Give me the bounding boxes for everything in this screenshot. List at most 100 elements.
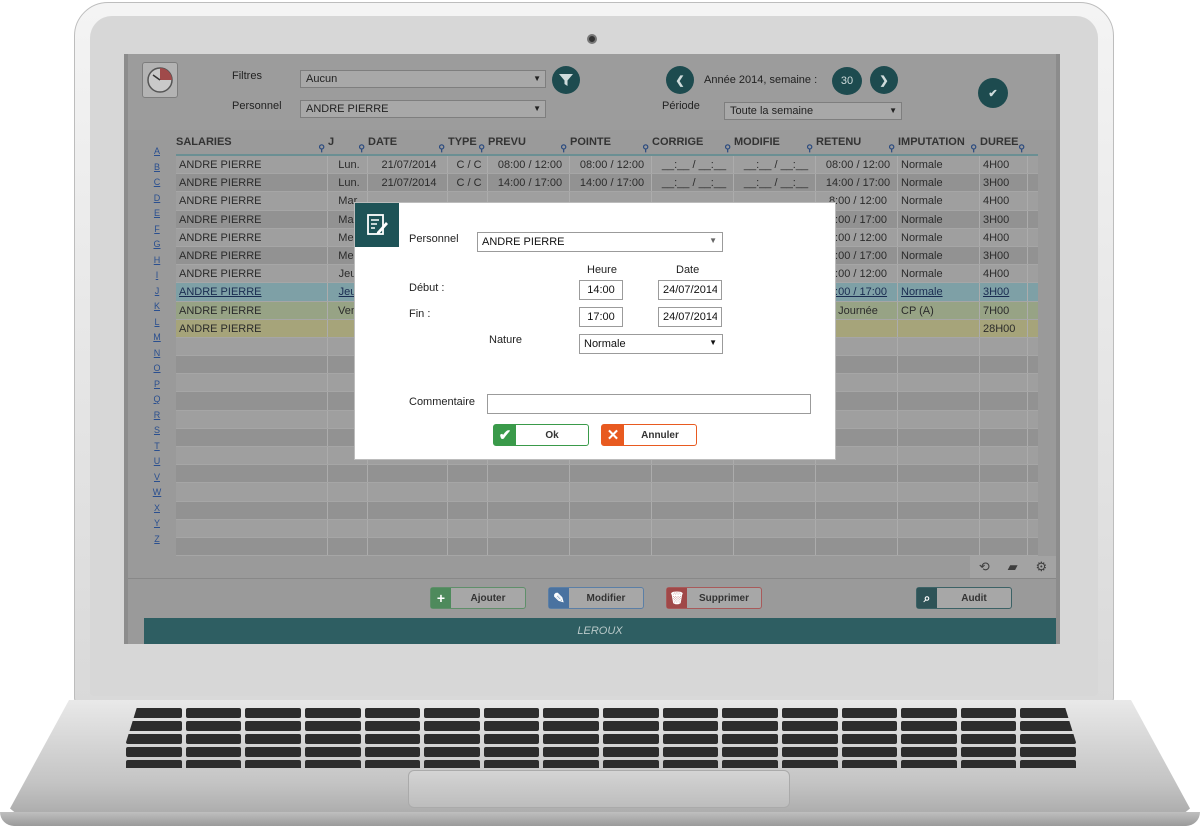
- column-header-date[interactable]: DATE: [368, 132, 448, 154]
- keyboard-key: [304, 708, 361, 718]
- gear-icon[interactable]: ⚙: [1035, 559, 1047, 575]
- keyboard-key: [603, 734, 659, 744]
- alphabet-letter-f[interactable]: F: [150, 224, 164, 240]
- modifier-button[interactable]: ✎ Modifier: [548, 587, 644, 609]
- empty-cell: [570, 465, 652, 483]
- alphabet-letter-q[interactable]: Q: [150, 394, 164, 410]
- nature-select[interactable]: Normale ▼: [579, 334, 723, 354]
- empty-cell: [898, 337, 980, 356]
- cell-imputation: CP (A): [898, 301, 980, 319]
- keyboard-key: [185, 721, 242, 731]
- alphabet-letter-g[interactable]: G: [150, 239, 164, 255]
- validate-button[interactable]: ✔: [978, 78, 1008, 108]
- table-row[interactable]: ANDRE PIERRE Lun. 21/07/2014 C / C 08:00 / 1…: [176, 156, 1038, 175]
- column-header-j[interactable]: J: [328, 132, 368, 154]
- previous-week-button[interactable]: ❮: [666, 66, 694, 94]
- cell-retenu: 08:00 / 12:00: [816, 156, 898, 174]
- empty-cell: [176, 537, 328, 556]
- personnel-select[interactable]: ANDRE PIERRE ▼: [300, 100, 546, 118]
- alphabet-letter-z[interactable]: Z: [150, 534, 164, 550]
- dialog-personnel-value: ANDRE PIERRE: [482, 236, 565, 248]
- action-bar: + Ajouter ✎ Modifier 🗑 Supprimer ⌕ Audit: [128, 578, 1056, 618]
- column-header-pointe[interactable]: POINTE: [570, 132, 652, 154]
- folder-settings-icon[interactable]: ▰: [1008, 559, 1018, 575]
- alphabet-letter-o[interactable]: O: [150, 363, 164, 379]
- ok-button[interactable]: ✔ Ok: [493, 424, 589, 446]
- empty-cell: [570, 537, 652, 556]
- alphabet-letter-v[interactable]: V: [150, 472, 164, 488]
- column-header-prevu[interactable]: PREVU: [488, 132, 570, 154]
- alphabet-letter-p[interactable]: P: [150, 379, 164, 395]
- alphabet-letter-d[interactable]: D: [150, 193, 164, 209]
- empty-cell: [488, 537, 570, 556]
- fin-date-input[interactable]: [658, 307, 722, 327]
- debut-heure-input[interactable]: [579, 280, 623, 300]
- cell-salarie: ANDRE PIERRE: [176, 156, 328, 174]
- alphabet-letter-s[interactable]: S: [150, 425, 164, 441]
- alphabet-letter-x[interactable]: X: [150, 503, 164, 519]
- cell-duree: 4H00: [980, 192, 1028, 210]
- fin-heure-input[interactable]: [579, 307, 623, 327]
- empty-cell: [898, 447, 980, 465]
- column-header-salaries[interactable]: SALARIES: [176, 132, 328, 154]
- laptop-base-edge: [0, 812, 1200, 826]
- empty-cell: [980, 410, 1028, 428]
- alphabet-letter-j[interactable]: J: [150, 286, 164, 302]
- cell-duree: 3H00: [980, 210, 1028, 228]
- cell-date: 21/07/2014: [368, 156, 448, 174]
- clock-chart-icon[interactable]: [142, 62, 178, 98]
- chevron-right-icon: ❯: [879, 74, 889, 87]
- empty-cell: [176, 501, 328, 519]
- alphabet-letter-t[interactable]: T: [150, 441, 164, 457]
- alphabet-letter-a[interactable]: A: [150, 146, 164, 162]
- periode-value: Toute la semaine: [730, 105, 814, 117]
- empty-cell: [176, 519, 328, 537]
- debut-date-input[interactable]: [658, 280, 722, 300]
- keyboard-key: [901, 734, 957, 744]
- keyboard-key: [960, 708, 1017, 718]
- dialog-personnel-select[interactable]: ANDRE PIERRE ▼: [477, 232, 723, 252]
- refresh-icon[interactable]: ⟲: [979, 559, 990, 575]
- column-header-modifie[interactable]: MODIFIE: [734, 132, 816, 154]
- column-header-type[interactable]: TYPE: [448, 132, 488, 154]
- filtres-select[interactable]: Aucun ▼: [300, 70, 546, 88]
- alphabet-letter-w[interactable]: W: [150, 487, 164, 503]
- cell-prevu: 14:00 / 17:00: [488, 174, 570, 192]
- column-header-corrige[interactable]: CORRIGE: [652, 132, 734, 154]
- column-header-duree[interactable]: DUREE: [980, 132, 1028, 154]
- alphabet-letter-h[interactable]: H: [150, 255, 164, 271]
- annuler-button[interactable]: ✕ Annuler: [601, 424, 697, 446]
- alphabet-letter-m[interactable]: M: [150, 332, 164, 348]
- table-row[interactable]: ANDRE PIERRE Lun. 21/07/2014 C / C 14:00 / 1…: [176, 174, 1038, 193]
- alphabet-letter-c[interactable]: C: [150, 177, 164, 193]
- nature-label: Nature: [489, 334, 523, 346]
- checkmark-icon: ✔: [988, 87, 998, 100]
- column-header-imputation[interactable]: IMPUTATION: [898, 132, 980, 154]
- alphabet-letter-l[interactable]: L: [150, 317, 164, 333]
- alphabet-letter-y[interactable]: Y: [150, 518, 164, 534]
- ajouter-button[interactable]: + Ajouter: [430, 587, 526, 609]
- audit-button[interactable]: ⌕ Audit: [916, 587, 1012, 609]
- keyboard-key: [1020, 734, 1076, 744]
- commentaire-input[interactable]: [487, 394, 811, 414]
- alphabet-letter-k[interactable]: K: [150, 301, 164, 317]
- alphabet-letter-n[interactable]: N: [150, 348, 164, 364]
- audit-label: Audit: [961, 592, 987, 604]
- cell-pointe: 14:00 / 17:00: [570, 174, 652, 192]
- cell-j: Lun.: [328, 156, 368, 174]
- alphabet-letter-r[interactable]: R: [150, 410, 164, 426]
- alphabet-letter-u[interactable]: U: [150, 456, 164, 472]
- empty-row: [176, 519, 1038, 538]
- keyboard-key: [424, 721, 480, 731]
- alphabet-letter-b[interactable]: B: [150, 162, 164, 178]
- periode-select[interactable]: Toute la semaine ▼: [724, 102, 902, 120]
- supprimer-button[interactable]: 🗑 Supprimer: [666, 587, 762, 609]
- funnel-icon: [559, 74, 573, 86]
- column-header-retenu[interactable]: RETENU: [816, 132, 898, 154]
- alphabet-letter-e[interactable]: E: [150, 208, 164, 224]
- empty-cell: [980, 356, 1028, 374]
- filter-funnel-button[interactable]: [552, 66, 580, 94]
- empty-cell: [898, 519, 980, 537]
- alphabet-letter-i[interactable]: I: [150, 270, 164, 286]
- next-week-button[interactable]: ❯: [870, 66, 898, 94]
